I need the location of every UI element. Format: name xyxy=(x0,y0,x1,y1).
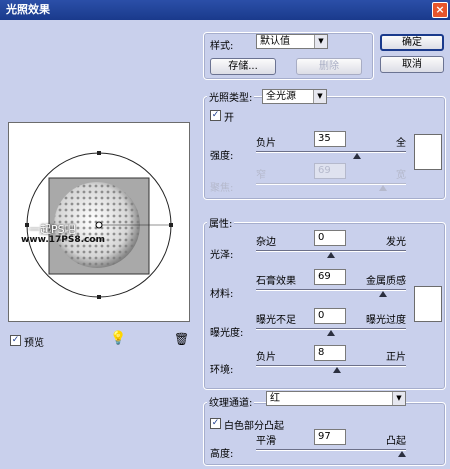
focus-value-field: 69 xyxy=(314,163,346,179)
preview-checkbox[interactable]: ✓ xyxy=(10,335,21,346)
height-value-field[interactable]: 97 xyxy=(314,429,346,445)
ambience-slider-track[interactable] xyxy=(256,365,406,367)
ok-button[interactable]: 确定 xyxy=(380,34,444,51)
cancel-button[interactable]: 取消 xyxy=(380,56,444,73)
gloss-left-label: 杂边 xyxy=(256,237,276,248)
chevron-down-icon: ▼ xyxy=(314,35,327,48)
intensity-value-field[interactable]: 35 xyxy=(314,131,346,147)
focus-right-label: 宽 xyxy=(396,170,406,181)
light-on-checkbox[interactable]: ✓ xyxy=(210,110,221,121)
ambience-right-label: 正片 xyxy=(386,352,406,363)
material-label: 材料: xyxy=(210,289,234,300)
light-center-handle xyxy=(95,221,103,229)
intensity-slider-thumb[interactable] xyxy=(353,153,362,159)
height-left-label: 平滑 xyxy=(256,436,276,447)
height-slider-track[interactable] xyxy=(256,449,406,451)
light-type-label: 光照类型: xyxy=(207,89,255,104)
height-slider-thumb[interactable] xyxy=(397,451,406,457)
ambience-label: 环境: xyxy=(210,365,234,376)
save-button[interactable]: 存储... xyxy=(210,58,276,75)
delete-button[interactable]: 删除 xyxy=(296,58,362,75)
properties-label: 属性: xyxy=(207,215,235,230)
close-button[interactable]: × xyxy=(432,2,448,18)
handle-top xyxy=(97,151,101,155)
gloss-label: 光泽: xyxy=(210,250,234,261)
style-select-value: 默认值 xyxy=(260,36,290,47)
style-label: 样式: xyxy=(210,41,234,52)
light-on-label: 开 xyxy=(224,113,234,124)
light-color-swatch[interactable] xyxy=(414,134,442,170)
texture-channel-label: 纹理通道: xyxy=(207,394,255,409)
intensity-right-label: 全 xyxy=(396,138,406,149)
gloss-slider-thumb[interactable] xyxy=(327,252,335,258)
intensity-label: 强度: xyxy=(210,151,234,162)
preview-label: 预览 xyxy=(24,338,44,349)
gloss-value-field[interactable]: 0 xyxy=(314,230,346,246)
height-label: 高度: xyxy=(210,449,234,460)
exposure-slider-thumb[interactable] xyxy=(327,330,335,336)
white-high-checkbox[interactable]: ✓ xyxy=(210,418,221,429)
preview-canvas[interactable]: 一起PS吧 www.17PS8.com xyxy=(8,122,190,322)
window-title: 光照效果 xyxy=(0,0,450,20)
lightbulb-icon[interactable]: 💡 xyxy=(110,331,126,346)
chevron-down-icon: ▼ xyxy=(392,392,405,405)
white-high-label: 白色部分凸起 xyxy=(224,421,284,432)
light-type-select-value: 全光源 xyxy=(266,91,296,102)
material-slider-thumb[interactable] xyxy=(378,291,387,297)
exposure-right-label: 曝光过度 xyxy=(366,315,406,326)
material-value-field[interactable]: 69 xyxy=(314,269,346,285)
texture-channel-select[interactable]: 红 ▼ xyxy=(266,391,406,406)
exposure-label: 曝光度: xyxy=(210,328,244,339)
material-right-label: 金属质感 xyxy=(366,276,406,287)
gloss-right-label: 发光 xyxy=(386,237,406,248)
ambience-slider-thumb[interactable] xyxy=(333,367,341,373)
light-type-select[interactable]: 全光源 ▼ xyxy=(262,89,327,104)
intensity-slider-track[interactable] xyxy=(256,151,406,153)
focus-label: 聚焦: xyxy=(210,183,234,194)
exposure-value-field[interactable]: 0 xyxy=(314,308,346,324)
height-right-label: 凸起 xyxy=(386,436,406,447)
watermark-line2: www.17PS8.com xyxy=(21,235,105,245)
intensity-left-label: 负片 xyxy=(256,138,276,149)
texture-channel-value: 红 xyxy=(270,393,280,404)
focus-left-label: 窄 xyxy=(256,170,266,181)
style-select[interactable]: 默认值 ▼ xyxy=(256,34,328,49)
chevron-down-icon: ▼ xyxy=(313,90,326,103)
ambience-left-label: 负片 xyxy=(256,352,276,363)
exposure-left-label: 曝光不足 xyxy=(256,315,296,326)
ambience-value-field[interactable]: 8 xyxy=(314,345,346,361)
material-left-label: 石膏效果 xyxy=(256,276,296,287)
focus-slider-thumb xyxy=(378,185,387,191)
ambient-color-swatch[interactable] xyxy=(414,286,442,322)
trash-icon[interactable]: 🗑 xyxy=(174,332,189,346)
handle-bottom xyxy=(97,295,101,299)
